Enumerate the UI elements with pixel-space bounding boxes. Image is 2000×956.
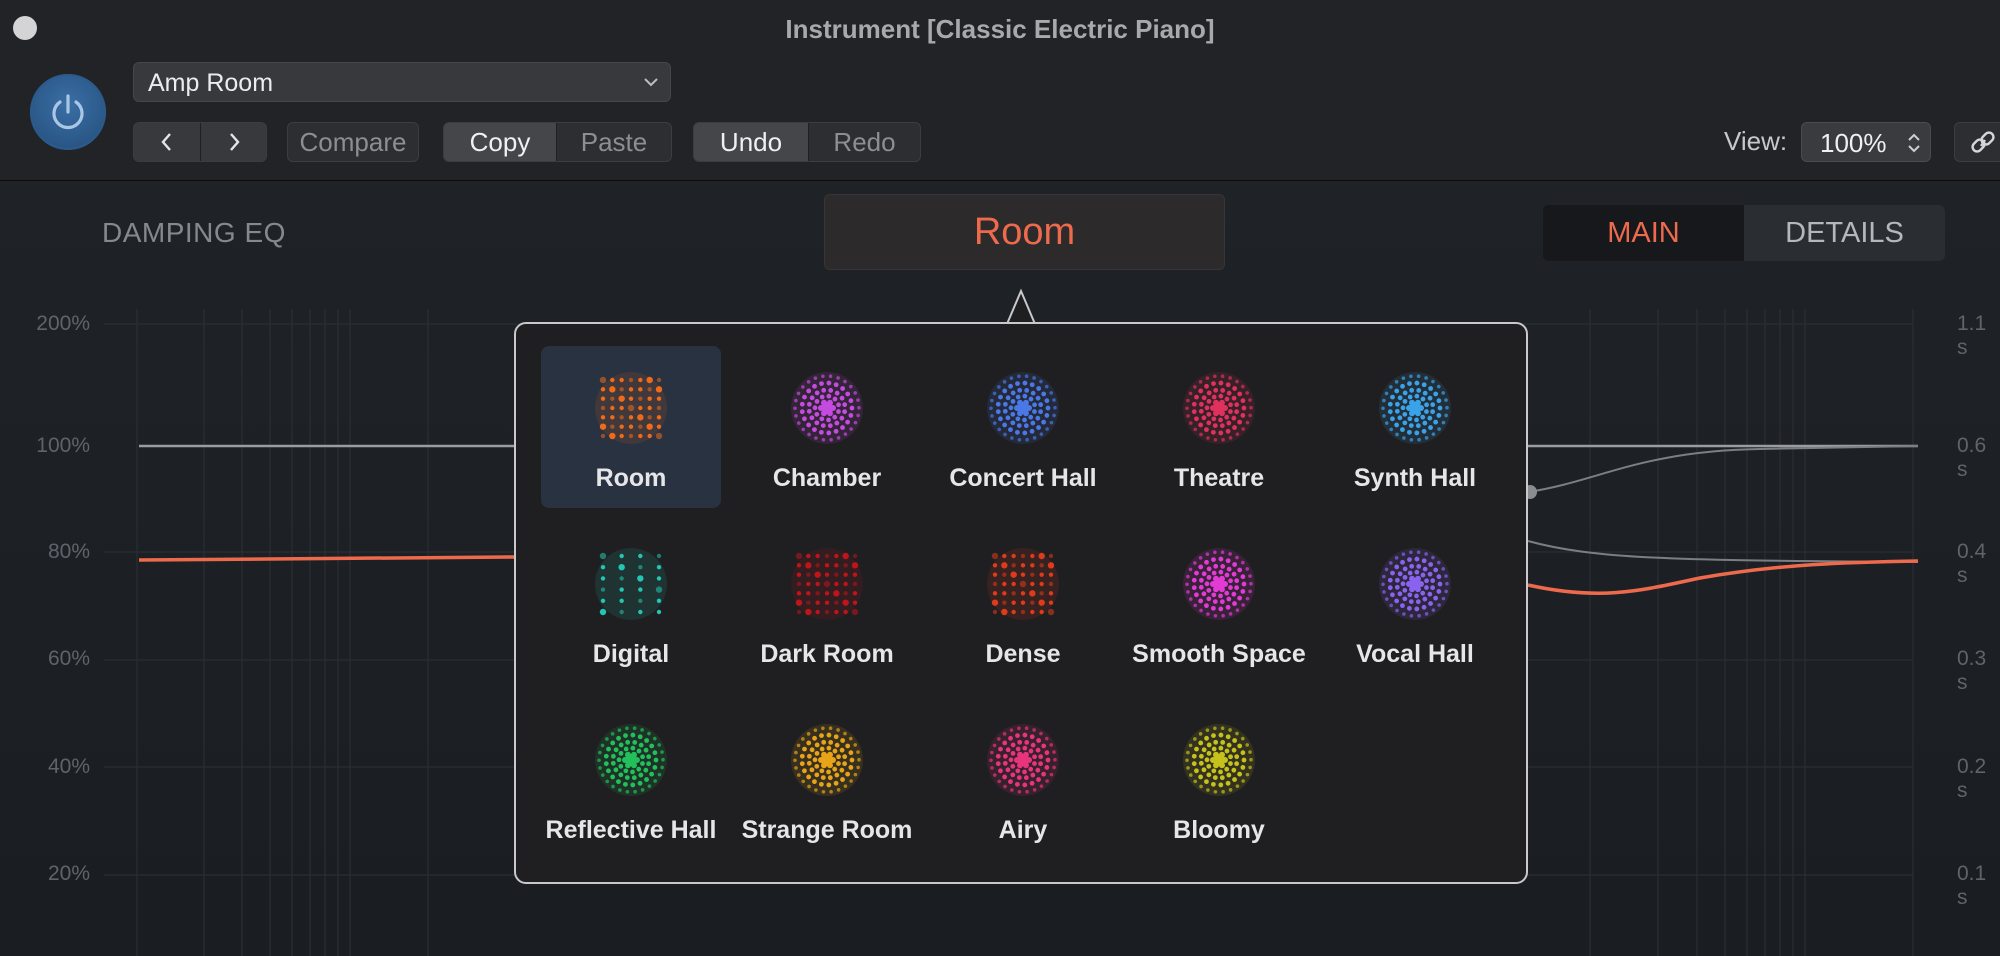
room-type-label: Synth Hall: [1353, 464, 1477, 492]
room-type-label: Theatre: [1173, 464, 1265, 492]
room-type-button[interactable]: Room: [824, 194, 1225, 270]
room-type-label: Airy: [998, 816, 1048, 844]
tab-details[interactable]: DETAILS: [1744, 205, 1945, 261]
room-type-popover: Room Chamber Concert Hall Theatre Synth Hall…: [514, 322, 1528, 884]
room-type-label: Concert Hall: [949, 464, 1097, 492]
tab-main[interactable]: MAIN: [1543, 205, 1744, 261]
concert-hall-icon: [987, 372, 1059, 444]
room-type-reflective-hall[interactable]: Reflective Hall: [541, 698, 721, 860]
preset-value: Amp Room: [148, 69, 274, 97]
room-type-label: Bloomy: [1173, 816, 1265, 844]
room-type-concert-hall[interactable]: Concert Hall: [933, 346, 1113, 508]
damping-curve-right: [1527, 559, 1919, 595]
synth-hall-icon: [1379, 372, 1451, 444]
y-label-right: 0.3 s: [1957, 647, 1987, 694]
room-type-smooth-space[interactable]: Smooth Space: [1129, 522, 1309, 684]
mode-tabs: MAIN DETAILS: [1543, 205, 1945, 261]
y-label-right: 0.1 s: [1957, 862, 1987, 909]
damping-curve-left: [138, 555, 516, 562]
vocal-hall-icon: [1379, 548, 1451, 620]
room-icon: [595, 372, 667, 444]
view-zoom-stepper[interactable]: 100%: [1801, 122, 1931, 162]
link-icon: [1971, 131, 1995, 153]
power-button[interactable]: [30, 74, 106, 150]
y-label-left: 60%: [47, 647, 90, 670]
room-type-bloomy[interactable]: Bloomy: [1129, 698, 1309, 860]
room-type-digital[interactable]: Digital: [541, 522, 721, 684]
compare-group: Compare: [287, 122, 419, 162]
bloomy-icon: [1183, 724, 1255, 796]
title-bar: Instrument [Classic Electric Piano] Amp …: [0, 0, 2000, 181]
y-label-right: 1.1 s: [1957, 312, 1987, 359]
redo-button[interactable]: Redo: [808, 123, 920, 161]
room-type-vocal-hall[interactable]: Vocal Hall: [1325, 522, 1505, 684]
view-label: View:: [1724, 126, 1788, 156]
room-type-airy[interactable]: Airy: [933, 698, 1113, 860]
popover-arrow: [985, 288, 1057, 326]
airy-icon: [987, 724, 1059, 796]
dark-room-icon: [791, 548, 863, 620]
room-type-chamber[interactable]: Chamber: [737, 346, 917, 508]
theatre-icon: [1183, 372, 1255, 444]
y-label-left: 40%: [47, 755, 90, 778]
room-type-label: Dark Room: [760, 640, 894, 668]
smooth-space-icon: [1183, 548, 1255, 620]
y-label-left: 80%: [47, 540, 90, 563]
copy-button[interactable]: Copy: [444, 123, 556, 161]
preset-nav-group: [133, 122, 267, 162]
link-button[interactable]: [1954, 122, 2000, 162]
up-down-chevron-icon: [1908, 133, 1920, 153]
paste-button[interactable]: Paste: [556, 123, 671, 161]
previous-preset-button[interactable]: [134, 123, 200, 161]
room-type-theatre[interactable]: Theatre: [1129, 346, 1309, 508]
undo-button[interactable]: Undo: [694, 123, 808, 161]
compare-button[interactable]: Compare: [288, 123, 418, 161]
chevron-down-icon: [644, 78, 658, 87]
room-type-room[interactable]: Room: [541, 346, 721, 508]
room-type-label: Dense: [985, 640, 1061, 668]
preset-dropdown[interactable]: Amp Room: [133, 62, 671, 102]
room-type-strange-room[interactable]: Strange Room: [737, 698, 917, 860]
dense-icon: [987, 548, 1059, 620]
decay-curve: [1527, 445, 1919, 493]
power-icon: [52, 94, 84, 130]
chevron-left-icon: [161, 133, 171, 151]
room-type-dark-room[interactable]: Dark Room: [737, 522, 917, 684]
room-type-label: Reflective Hall: [545, 816, 717, 844]
y-label-left: 20%: [47, 862, 90, 885]
copy-paste-group: Copy Paste: [443, 122, 672, 162]
y-label-left: 200%: [36, 312, 90, 335]
room-type-label: Room: [595, 464, 667, 492]
undo-redo-group: Undo Redo: [693, 122, 921, 162]
room-type-label: Chamber: [772, 464, 882, 492]
y-label-left: 100%: [36, 434, 90, 457]
next-preset-button[interactable]: [200, 123, 266, 161]
y-label-right: 0.6 s: [1957, 434, 1987, 481]
window-title: Instrument [Classic Electric Piano]: [785, 14, 1215, 44]
room-type-synth-hall[interactable]: Synth Hall: [1325, 346, 1505, 508]
view-zoom-value: 100%: [1820, 128, 1887, 158]
room-type-label: Vocal Hall: [1356, 640, 1474, 668]
reflective-hall-icon: [595, 724, 667, 796]
room-type-dense[interactable]: Dense: [933, 522, 1113, 684]
room-type-label: Digital: [592, 640, 670, 668]
chevron-right-icon: [229, 133, 240, 151]
y-label-right: 0.4 s: [1957, 540, 1987, 587]
strange-room-icon: [791, 724, 863, 796]
room-type-label: Smooth Space: [1132, 640, 1306, 668]
chamber-icon: [791, 372, 863, 444]
room-type-label: Strange Room: [741, 816, 913, 844]
y-label-right: 0.2 s: [1957, 755, 1987, 802]
digital-icon: [595, 548, 667, 620]
